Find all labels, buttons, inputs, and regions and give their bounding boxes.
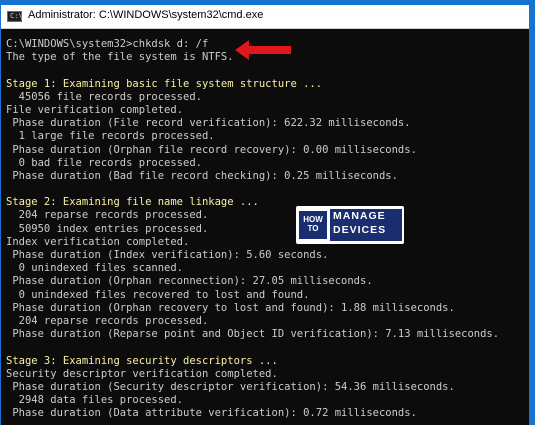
console-line: Stage 2: Examining file name linkage ...: [6, 196, 259, 209]
console-line: Phase duration (Index verification): 5.6…: [6, 249, 329, 261]
console-line: Phase duration (Orphan file record recov…: [6, 143, 417, 156]
console-line: Stage 3: Examining security descriptors …: [6, 354, 278, 367]
console-line: Phase duration (Orphan recovery to lost …: [6, 301, 455, 314]
logo-devices-text: DEVICES: [333, 224, 387, 236]
console-line: Index verification completed.: [6, 235, 190, 248]
logo-how-text: HOW: [303, 215, 323, 224]
console-line: Phase duration (Reparse point and Object…: [6, 328, 500, 341]
console-line: 0 unindexed files recovered to lost and …: [6, 288, 310, 301]
console-line: File verification completed.: [6, 103, 184, 116]
console-output[interactable]: C:\WINDOWS\system32>chkdsk d: /f The type…: [6, 38, 529, 425]
console-line: 2948 data files processed.: [6, 394, 184, 407]
console-line: 45056 file records processed.: [6, 90, 202, 103]
title-bar[interactable]: C:\ Administrator: C:\WINDOWS\system32\c…: [1, 5, 529, 29]
console-line: Phase duration (Orphan reconnection): 27…: [6, 275, 373, 288]
console-line: 204 reparse records processed.: [6, 314, 209, 327]
logo-how-to-badge: HOW TO: [299, 211, 327, 239]
console-line: Phase duration (Bad file record checking…: [6, 169, 398, 182]
cmd-icon: C:\: [7, 11, 23, 22]
cmd-window: C:\ Administrator: C:\WINDOWS\system32\c…: [1, 5, 529, 425]
console-line: 0 bad file records processed.: [6, 156, 202, 169]
console-line: Phase duration (Security descriptor veri…: [6, 380, 455, 393]
logo-manage-text: MANAGE: [333, 210, 386, 222]
console-line: 0 unindexed files scanned.: [6, 262, 184, 275]
console-line: Security descriptor verification complet…: [6, 367, 278, 380]
how-to-manage-devices-logo: HOW TO MANAGE DEVICES: [296, 206, 404, 244]
console-line: 1 large file records processed.: [6, 130, 215, 143]
logo-brand: MANAGE DEVICES: [330, 209, 402, 241]
console-line: Phase duration (File record verification…: [6, 117, 411, 130]
console-line: 50950 index entries processed.: [6, 222, 209, 235]
console-line: 204 reparse records processed.: [6, 209, 209, 222]
console-line: Phase duration (Data attribute verificat…: [6, 407, 417, 420]
logo-to-text: TO: [307, 224, 319, 233]
window-title: Administrator: C:\WINDOWS\system32\cmd.e…: [28, 9, 264, 21]
console-line: Stage 1: Examining basic file system str…: [6, 77, 323, 90]
red-arrow-icon: [235, 40, 291, 60]
